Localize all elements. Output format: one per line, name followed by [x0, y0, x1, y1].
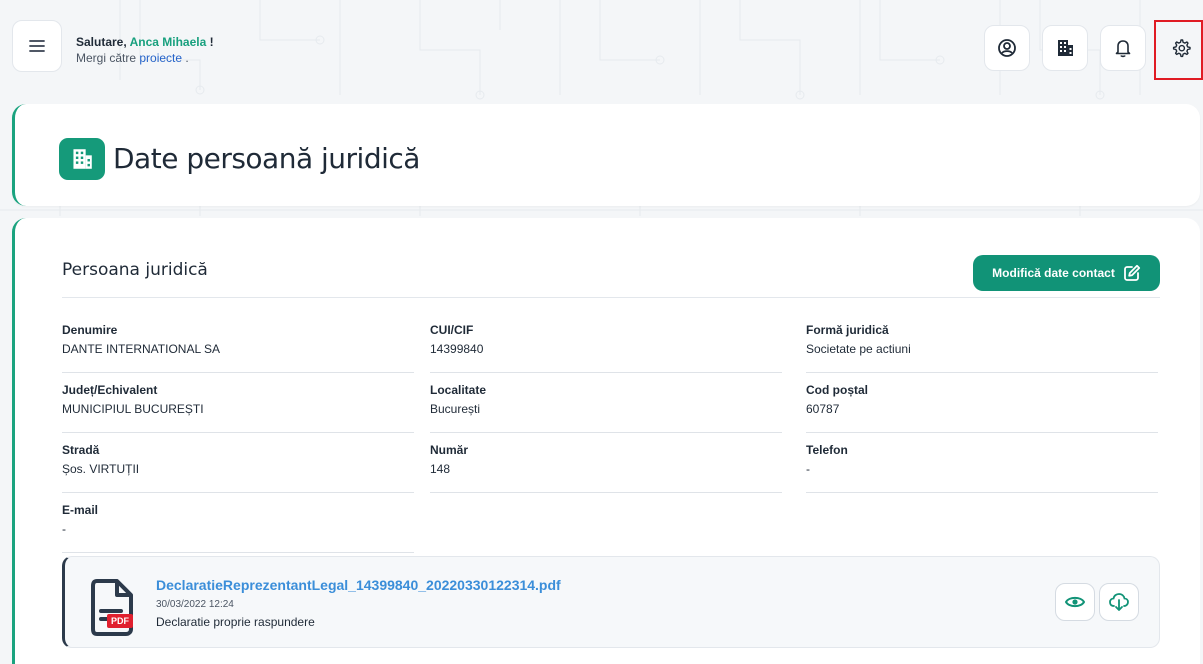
bell-icon: [1115, 40, 1131, 58]
field-judet: Județ/Echivalent MUNICIPIUL BUCUREȘTI: [62, 383, 414, 433]
file-attachment: PDF DeclaratieReprezentantLegal_14399840…: [62, 556, 1160, 648]
section-divider: [62, 297, 1160, 298]
field-label: Număr: [430, 443, 469, 457]
field-value: 60787: [806, 402, 840, 416]
building-icon: [59, 138, 105, 180]
view-file-button[interactable]: [1055, 583, 1095, 621]
legal-entity-card: Persoana juridică Modifică date contact …: [12, 218, 1200, 664]
field-label: Localitate: [430, 383, 487, 397]
field-label: E-mail: [62, 503, 99, 517]
field-label: Stradă: [62, 443, 100, 457]
field-value: MUNICIPIUL BUCUREȘTI: [62, 402, 204, 416]
field-localitate: Localitate București: [430, 383, 782, 433]
goto-suffix: .: [182, 51, 189, 65]
field-value: -: [62, 522, 66, 536]
edit-contact-button[interactable]: Modifică date contact: [973, 255, 1160, 291]
goto-prefix: Mergi către: [76, 51, 140, 65]
field-label: Cod poștal: [806, 383, 868, 397]
field-strada: Stradă Șos. VIRTUȚII: [62, 443, 414, 493]
field-email: E-mail -: [62, 503, 414, 553]
field-value: 148: [430, 462, 451, 476]
field-value: 14399840: [430, 342, 484, 356]
section-title: Persoana juridică: [62, 260, 208, 280]
user-name: Anca Mihaela: [129, 35, 207, 49]
cloud-download-icon: [1109, 593, 1129, 611]
field-cod-postal: Cod poștal 60787: [806, 383, 1158, 433]
field-label: Telefon: [806, 443, 848, 457]
field-telefon: Telefon -: [806, 443, 1158, 493]
field-forma-juridica: Formă juridică Societate pe actiuni: [806, 323, 1158, 373]
file-name-link[interactable]: DeclaratieReprezentantLegal_14399840_202…: [156, 577, 561, 593]
greeting: Salutare, Anca Mihaela ! Mergi către pro…: [76, 34, 214, 66]
building-icon: [1058, 40, 1073, 56]
menu-icon: [29, 40, 45, 52]
profile-icon: [998, 39, 1016, 57]
pdf-badge: PDF: [107, 614, 133, 628]
page-title: Date persoană juridică: [113, 142, 420, 175]
field-value: DANTE INTERNATIONAL SA: [62, 342, 221, 356]
field-value: București: [430, 402, 481, 416]
download-file-button[interactable]: [1099, 583, 1139, 621]
greeting-prefix: Salutare,: [76, 35, 130, 49]
file-date: 30/03/2022 12:24: [156, 599, 234, 610]
top-header: Salutare, Anca Mihaela ! Mergi către pro…: [0, 0, 1203, 95]
document-icon: [91, 579, 133, 636]
notifications-button[interactable]: [1100, 25, 1146, 71]
field-value: -: [806, 462, 810, 476]
settings-highlight-box: [1154, 20, 1203, 80]
company-button[interactable]: [1042, 25, 1088, 71]
eye-icon: [1065, 596, 1085, 608]
edit-contact-label: Modifică date contact: [992, 266, 1115, 280]
field-label: CUI/CIF: [430, 323, 474, 337]
field-value: Societate pe actiuni: [806, 342, 911, 356]
field-label: Formă juridică: [806, 323, 889, 337]
field-label: Denumire: [62, 323, 118, 337]
menu-button[interactable]: [12, 20, 62, 72]
field-label: Județ/Echivalent: [62, 383, 158, 397]
projects-link[interactable]: proiecte: [139, 51, 182, 65]
field-cui: CUI/CIF 14399840: [430, 323, 782, 373]
edit-icon: [1123, 264, 1140, 281]
field-denumire: Denumire DANTE INTERNATIONAL SA: [62, 323, 414, 373]
greeting-suffix: !: [206, 35, 214, 49]
file-description: Declaratie proprie raspundere: [156, 615, 315, 629]
page-title-card: Date persoană juridică: [12, 104, 1200, 206]
field-value: Șos. VIRTUȚII: [62, 462, 140, 476]
field-numar: Număr 148: [430, 443, 782, 493]
profile-button[interactable]: [984, 25, 1030, 71]
